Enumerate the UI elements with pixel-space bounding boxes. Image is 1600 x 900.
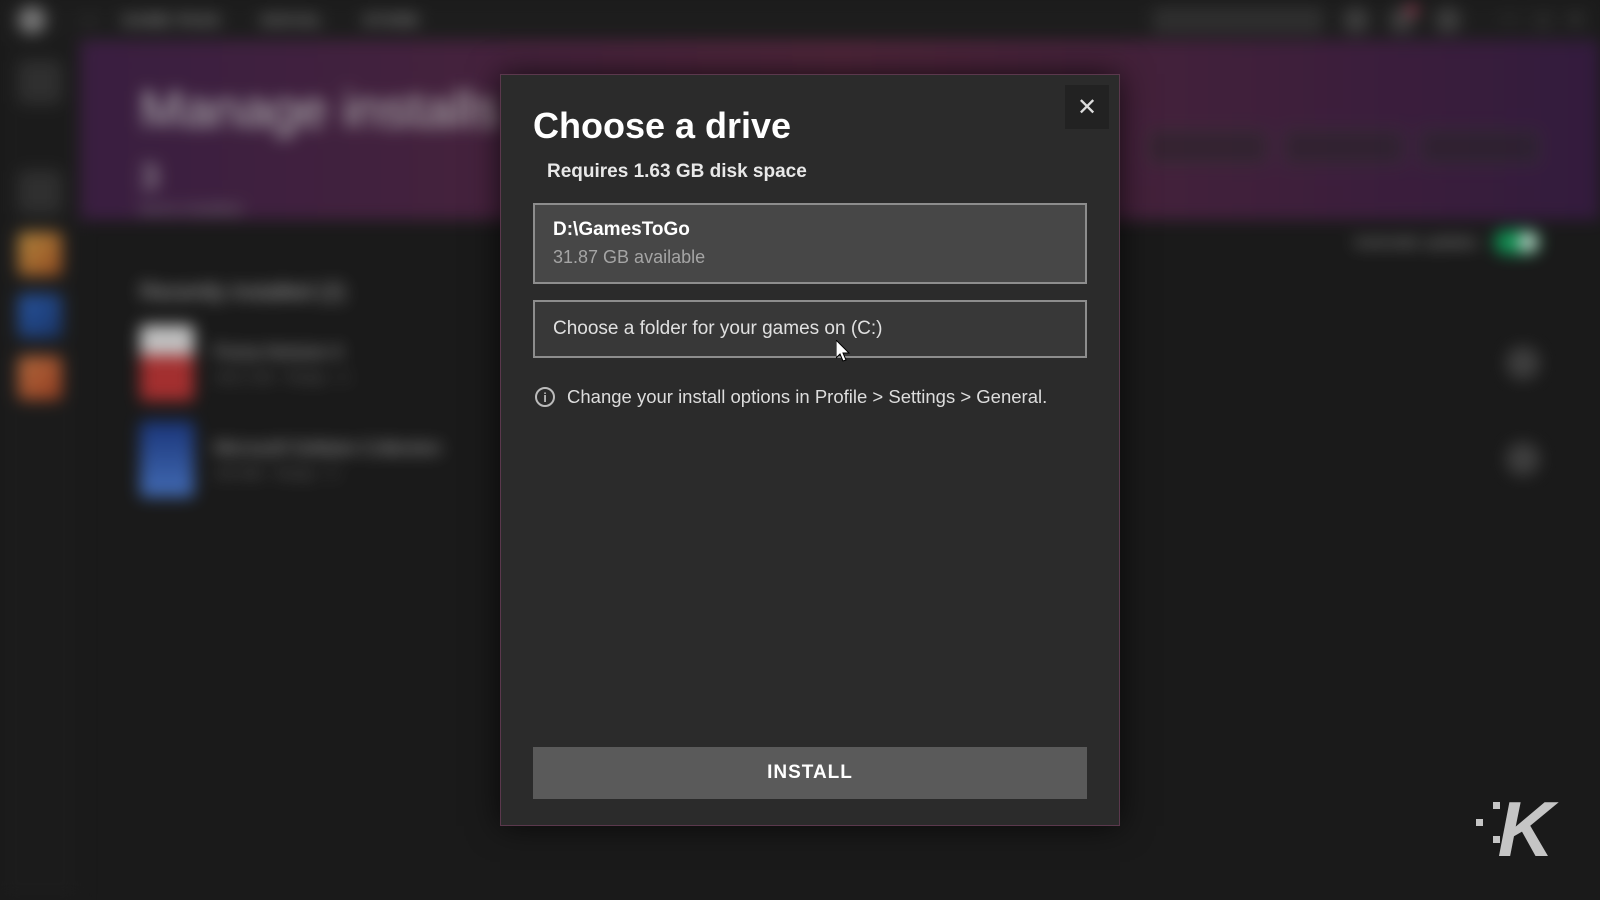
info-row: i Change your install options in Profile… <box>533 386 1087 408</box>
choose-folder-option-c[interactable]: Choose a folder for your games on (C:) <box>533 300 1087 358</box>
info-text: Change your install options in Profile >… <box>567 386 1047 408</box>
drive-path-label: D:\GamesToGo <box>553 219 1067 241</box>
dialog-subtitle: Requires 1.63 GB disk space <box>547 161 1087 183</box>
close-icon: ✕ <box>1077 93 1097 122</box>
choose-drive-dialog: ✕ Choose a drive Requires 1.63 GB disk s… <box>500 74 1120 826</box>
drive-available-label: 31.87 GB available <box>553 247 1067 268</box>
drive-option-d[interactable]: D:\GamesToGo 31.87 GB available <box>533 203 1087 284</box>
install-button[interactable]: INSTALL <box>533 747 1087 799</box>
dialog-title: Choose a drive <box>533 105 1087 147</box>
modal-overlay: ✕ Choose a drive Requires 1.63 GB disk s… <box>0 0 1600 900</box>
choose-folder-label: Choose a folder for your games on (C:) <box>553 318 1067 340</box>
close-dialog-button[interactable]: ✕ <box>1065 85 1109 129</box>
install-button-label: INSTALL <box>767 762 853 783</box>
info-icon: i <box>535 387 555 407</box>
